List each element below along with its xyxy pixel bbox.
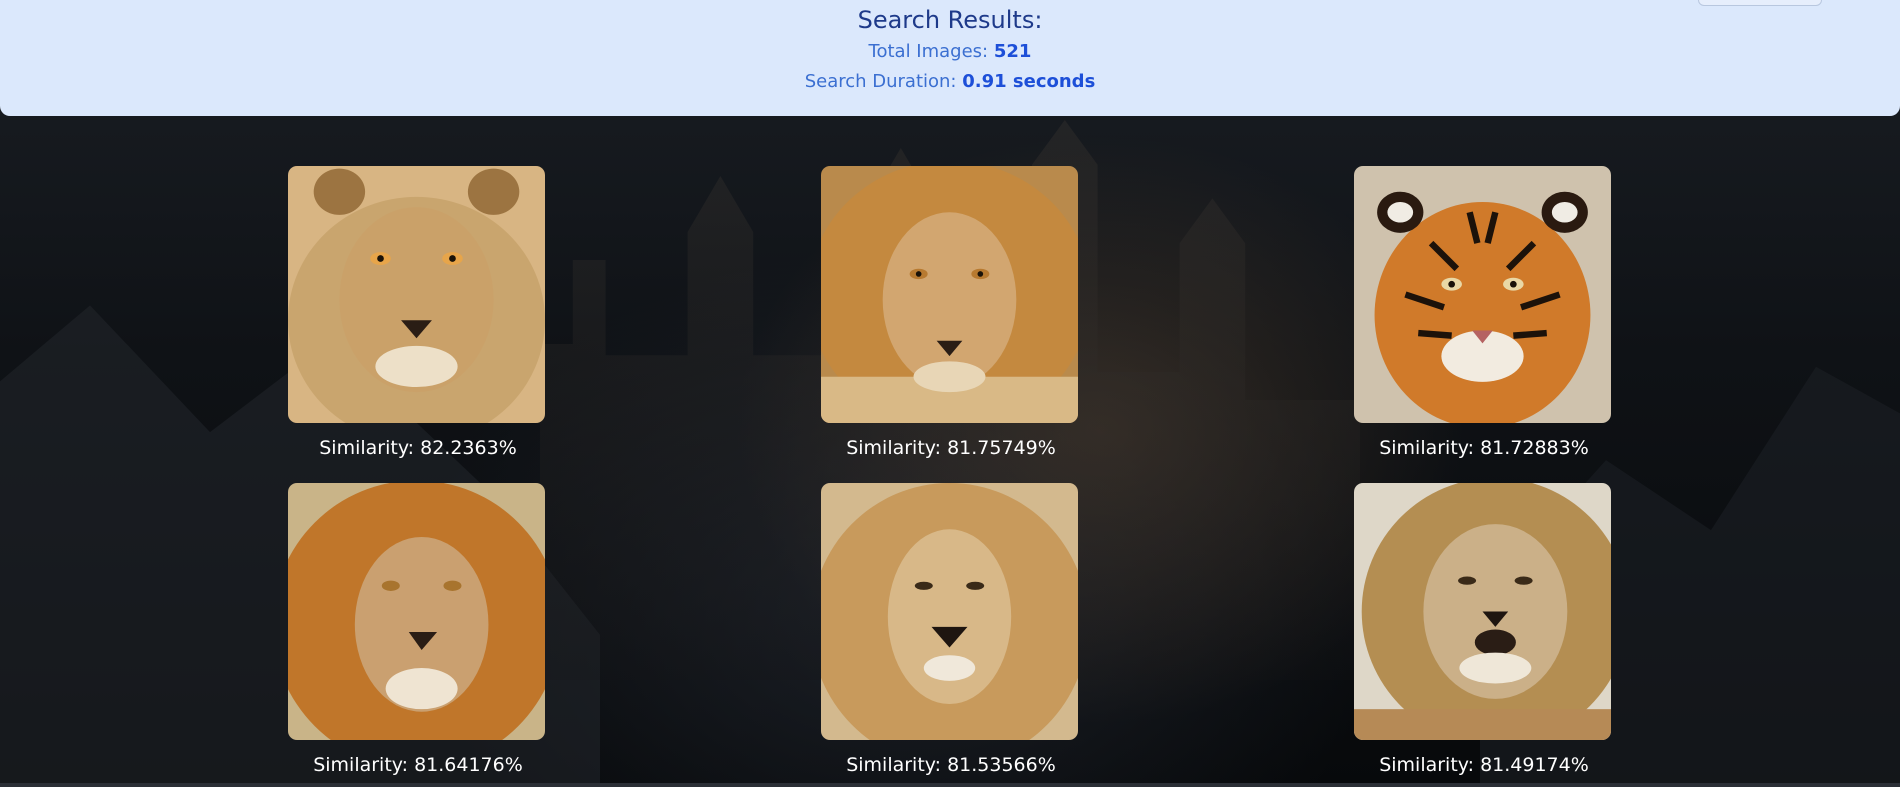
total-images-value: 521 (993, 41, 1032, 62)
result-card[interactable]: Similarity: 81.49174% (1354, 483, 1614, 776)
result-image-lion[interactable] (821, 166, 1078, 423)
similarity-score: Similarity: 81.53566% (846, 754, 1056, 776)
total-images-label: Total Images: (868, 41, 989, 62)
total-images-line: Total Images: 521 (0, 41, 1900, 62)
search-duration-label: Search Duration: (804, 71, 957, 92)
results-title: Search Results: (857, 6, 1043, 34)
result-image-tiger[interactable] (1354, 166, 1611, 423)
result-image-lion[interactable] (288, 483, 545, 740)
result-card[interactable]: Similarity: 81.72883% (1354, 166, 1614, 459)
result-card[interactable]: Similarity: 81.75749% (821, 166, 1081, 459)
similarity-score: Similarity: 81.64176% (313, 754, 523, 776)
search-duration-value: 0.91 seconds (962, 71, 1096, 92)
result-image-lion[interactable] (288, 166, 545, 423)
similarity-score: Similarity: 81.72883% (1379, 437, 1589, 459)
result-card[interactable]: Similarity: 82.2363% (288, 166, 548, 459)
similarity-score: Similarity: 81.49174% (1379, 754, 1589, 776)
result-card[interactable]: Similarity: 81.64176% (288, 483, 548, 776)
result-image-lion[interactable] (1354, 483, 1611, 740)
similarity-score: Similarity: 81.75749% (846, 437, 1056, 459)
similarity-score: Similarity: 82.2363% (319, 437, 517, 459)
results-summary-panel: Search Results: Total Images: 521 Search… (0, 0, 1900, 116)
result-image-lion[interactable] (821, 483, 1078, 740)
result-card[interactable]: Similarity: 81.53566% (821, 483, 1081, 776)
search-duration-line: Search Duration: 0.91 seconds (0, 71, 1900, 92)
results-grid: Similarity: 82.2363% Similarity: 81.7574… (0, 0, 1900, 787)
